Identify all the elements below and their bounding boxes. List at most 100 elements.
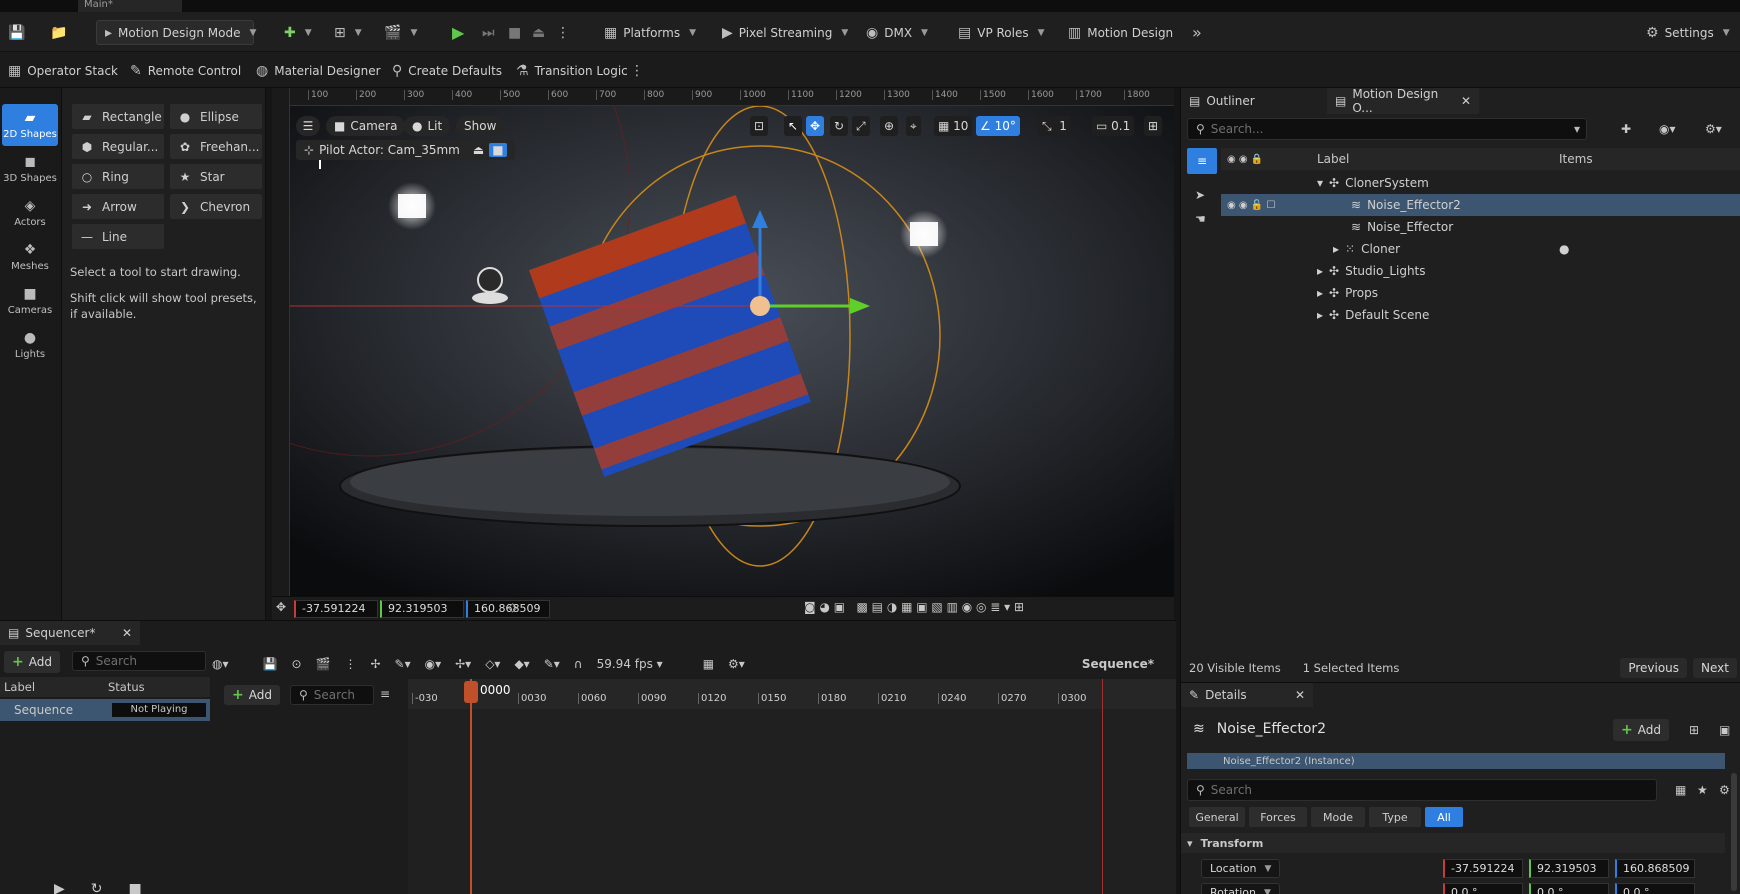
- track-search[interactable]: ⚲ Search: [290, 685, 374, 705]
- star-icon[interactable]: ★: [1697, 783, 1708, 797]
- mode-actors[interactable]: ◈ Actors: [2, 192, 58, 234]
- pixel-streaming-dropdown[interactable]: ▶ Pixel Streaming ▼: [722, 20, 848, 45]
- filter-icon[interactable]: ≡: [1187, 148, 1217, 174]
- close-icon[interactable]: ✕: [1295, 688, 1305, 702]
- filter-all[interactable]: All: [1425, 807, 1463, 827]
- operator-stack-button[interactable]: ▦ Operator Stack: [8, 58, 118, 83]
- location-z-field[interactable]: 160.868509: [1615, 859, 1695, 878]
- viewport-menu-icon[interactable]: ☰: [296, 116, 320, 136]
- track-add-button[interactable]: + Add: [224, 685, 280, 705]
- tool-regular-polygon[interactable]: ⬢ Regular...: [72, 134, 164, 159]
- blueprint-icon[interactable]: ⊞: [1689, 723, 1699, 737]
- tool-chevron[interactable]: ❯ Chevron: [170, 194, 262, 219]
- platforms-dropdown[interactable]: ▦ Platforms ▼: [604, 20, 696, 45]
- tab-motion-design-outliner[interactable]: ▤ Motion Design O... ✕: [1327, 87, 1479, 115]
- more-chevron-icon[interactable]: »: [1192, 20, 1202, 45]
- key-fill-icon[interactable]: ◆▾: [514, 657, 529, 671]
- tab-outliner[interactable]: ▤ Outliner: [1181, 88, 1263, 114]
- coord-y-field[interactable]: 92.319503: [380, 600, 464, 618]
- remote-control-button[interactable]: ✎ Remote Control: [130, 58, 241, 83]
- curve-editor-icon[interactable]: ▦: [703, 657, 714, 671]
- visibility-col-icon[interactable]: ◉ ◉ 🔒: [1227, 154, 1263, 165]
- show-dropdown[interactable]: Show: [456, 116, 505, 136]
- stop-icon[interactable]: ■: [508, 20, 521, 45]
- track-filter-icon[interactable]: ≡: [380, 687, 390, 701]
- rotation-snap-button[interactable]: ∠ 10°: [976, 116, 1020, 136]
- grid-view-icon[interactable]: ▦: [1675, 783, 1686, 797]
- step-icon[interactable]: ⏭: [482, 20, 495, 45]
- transform-section[interactable]: ▾ Transform: [1181, 833, 1725, 853]
- location-y-field[interactable]: 92.319503: [1529, 859, 1609, 878]
- tool-star[interactable]: ★ Star: [170, 164, 262, 189]
- dmx-dropdown[interactable]: ◉ DMX ▼: [866, 20, 928, 45]
- vp-roles-dropdown[interactable]: ▤ VP Roles ▼: [958, 20, 1045, 45]
- sequence-search[interactable]: ⚲ Search: [72, 651, 206, 671]
- more-icon[interactable]: ⋮: [344, 657, 356, 671]
- outliner-row-default-scene[interactable]: ▸ ✣ Default Scene: [1221, 304, 1740, 326]
- scale-snap-button[interactable]: ⤡ 1: [1038, 116, 1071, 136]
- eject-pilot-icon[interactable]: ⏏: [473, 143, 484, 157]
- tool-rectangle[interactable]: ▰ Rectangle: [72, 104, 164, 129]
- filter-type[interactable]: Type: [1369, 807, 1421, 827]
- mode-cameras[interactable]: ■ Cameras: [2, 280, 58, 322]
- tab-sequencer[interactable]: ▤ Sequencer* ✕: [0, 621, 140, 645]
- wrench-icon[interactable]: ✎▾: [395, 657, 411, 671]
- world-icon[interactable]: ⊕: [880, 116, 899, 136]
- play-options-icon[interactable]: ⋮: [556, 20, 570, 45]
- select-icon[interactable]: ↖: [784, 116, 803, 136]
- details-search[interactable]: ⚲ Search: [1187, 779, 1657, 801]
- cinematics-icon[interactable]: 🎬 ▼: [384, 20, 417, 45]
- more-options-icon[interactable]: ⋮: [630, 58, 644, 83]
- visibility-dropdown-icon[interactable]: ◉▾: [1659, 122, 1676, 136]
- tool-arrow[interactable]: ➜ Arrow: [72, 194, 164, 219]
- layout-icon[interactable]: ▣: [1719, 723, 1730, 737]
- browse-icon[interactable]: ⊙: [291, 657, 301, 671]
- gear-icon[interactable]: ⚙▾: [1705, 122, 1722, 136]
- rotate-icon[interactable]: ↻: [830, 116, 849, 136]
- previous-button[interactable]: Previous: [1620, 658, 1688, 678]
- pencil-icon[interactable]: ✎▾: [544, 657, 560, 671]
- rotation-x-field[interactable]: 0.0 °: [1443, 883, 1523, 894]
- view-icon[interactable]: ◉▾: [425, 657, 442, 671]
- save-icon[interactable]: 💾: [263, 657, 278, 671]
- mode-dropdown[interactable]: ▸ Motion Design Mode ▼: [96, 20, 256, 45]
- close-icon[interactable]: ✕: [1461, 94, 1471, 108]
- tool-line[interactable]: — Line: [72, 224, 164, 249]
- motion-design-button[interactable]: ▥ Motion Design: [1068, 20, 1173, 45]
- location-x-field[interactable]: -37.591224: [1443, 859, 1523, 878]
- loop-icon[interactable]: ↻: [91, 881, 103, 894]
- world-icon[interactable]: ◍▾: [212, 657, 229, 671]
- cursor-icon[interactable]: ➤: [1195, 188, 1205, 202]
- filter-mode[interactable]: Mode: [1311, 807, 1365, 827]
- outliner-row-cloner[interactable]: ▸ ⁙ Cloner ●: [1221, 238, 1740, 260]
- details-scrollbar[interactable]: [1731, 773, 1737, 891]
- bottom-tools-icons[interactable]: ◙ ◕ ▣ ▩ ▤ ◑ ▦ ▣ ▧ ▥ ◉ ◎ ≣ ▾ ⊞: [804, 600, 1024, 614]
- render-icon[interactable]: ✢: [370, 657, 380, 671]
- row-visibility-icons[interactable]: ◉ ◉ 🔓 ☐: [1227, 200, 1275, 211]
- pilot-camera-icon[interactable]: ■: [489, 143, 507, 157]
- material-designer-button[interactable]: ◍ Material Designer: [256, 58, 381, 83]
- tool-freehand[interactable]: ✿ Freehan...: [170, 134, 262, 159]
- scale-icon[interactable]: ⤢: [852, 116, 870, 136]
- key-icon[interactable]: ◇▾: [485, 657, 500, 671]
- filter-general[interactable]: General: [1189, 807, 1245, 827]
- tab-details[interactable]: ✎ Details ✕: [1181, 683, 1313, 707]
- outliner-row-clonersystem[interactable]: ▾ ✣ ClonerSystem: [1221, 172, 1740, 194]
- hand-icon[interactable]: ☚: [1195, 212, 1206, 226]
- stop-icon[interactable]: ■: [129, 881, 142, 894]
- diamond-icon[interactable]: ◇: [508, 600, 517, 614]
- create-defaults-button[interactable]: ⚲ Create Defaults: [392, 58, 502, 83]
- lit-dropdown[interactable]: ● Lit: [404, 116, 451, 136]
- outliner-row-noise-effector2[interactable]: ◉ ◉ 🔓 ☐ ≋ Noise_Effector2: [1221, 194, 1740, 216]
- clapper-icon[interactable]: 🎬: [316, 657, 331, 671]
- filter-forces[interactable]: Forces: [1249, 807, 1307, 827]
- outliner-search[interactable]: ⚲ Search... ▾: [1187, 118, 1587, 140]
- fps-dropdown[interactable]: 59.94 fps ▾: [597, 657, 663, 671]
- pilot-actor-bar[interactable]: ⊹ Pilot Actor: Cam_35mm ⏏ ■: [296, 140, 515, 160]
- rotation-dropdown[interactable]: Rotation ▼: [1201, 883, 1280, 894]
- playhead-handle[interactable]: [464, 681, 478, 703]
- add-actor-icon[interactable]: ✚ ▼: [284, 20, 312, 45]
- rotation-y-field[interactable]: 0.0 °: [1529, 883, 1609, 894]
- tool-ring[interactable]: ○ Ring: [72, 164, 164, 189]
- add-filter-icon[interactable]: ✚: [1621, 122, 1631, 136]
